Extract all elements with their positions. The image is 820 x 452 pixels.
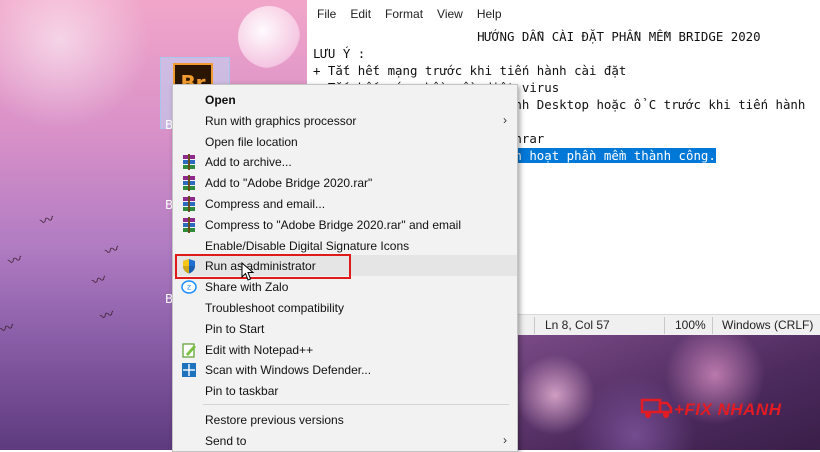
menu-item-label: Add to "Adobe Bridge 2020.rar"	[205, 176, 373, 191]
menu-item-enable-disable-digital-signature-icons[interactable]: Enable/Disable Digital Signature Icons	[173, 235, 517, 256]
winrar-icon	[181, 154, 197, 171]
menu-item-add-to-adobe-bridge-2020-rar[interactable]: Add to "Adobe Bridge 2020.rar"	[173, 172, 517, 193]
menu-item-compress-to-adobe-bridge-2020-rar-and-email[interactable]: Compress to "Adobe Bridge 2020.rar" and …	[173, 214, 517, 235]
status-divider	[534, 317, 535, 334]
zalo-icon: Z	[181, 279, 197, 295]
menu-help[interactable]: Help	[477, 7, 502, 21]
menu-item-scan-with-windows-defender[interactable]: Scan with Windows Defender...	[173, 359, 517, 380]
bird-decoration: 〰	[0, 319, 17, 339]
menu-item-pin-to-taskbar[interactable]: Pin to taskbar	[173, 380, 517, 401]
highlight-box-run-as-administrator	[175, 254, 351, 279]
editor-selected-text: ích hoạt phần mềm thành công.	[499, 148, 716, 163]
fix-nhanh-logo: +FIX NHANH	[640, 392, 800, 426]
menu-item-add-to-archive[interactable]: Add to archive...	[173, 151, 517, 172]
menu-item-label: Troubleshoot compatibility	[205, 301, 344, 315]
menu-view[interactable]: View	[437, 7, 463, 21]
menu-edit[interactable]: Edit	[350, 7, 371, 21]
menu-item-edit-with-notepad[interactable]: Edit with Notepad++	[173, 339, 517, 360]
menu-item-label: Edit with Notepad++	[205, 342, 314, 357]
editor-line-text: + Tắt hết mạng trước khi tiến hành cài đ…	[313, 63, 627, 78]
menu-item-label: Scan with Windows Defender...	[205, 363, 372, 378]
bird-decoration: 〰	[103, 241, 122, 261]
editor-line: + Tắt hết mạng trước khi tiến hành cài đ…	[307, 62, 820, 79]
menu-item-pin-to-start[interactable]: Pin to Start	[173, 318, 517, 339]
menu-item-label: Open file location	[205, 134, 298, 149]
editor-line-text: LƯU Ý :	[313, 46, 366, 61]
truck-icon	[640, 398, 673, 418]
menu-file[interactable]: File	[317, 7, 336, 21]
bird-decoration: 〰	[98, 306, 117, 326]
menu-item-label: Share with Zalo	[205, 280, 289, 295]
editor-line-text: HƯỚNG DẪN CÀI ĐẶT PHẦN MỀM BRIDGE 2020	[313, 29, 761, 44]
menu-item-share-with-zalo[interactable]: Z Share with Zalo	[173, 276, 517, 297]
status-zoom: 100%	[675, 318, 706, 332]
notepadpp-icon	[181, 342, 197, 358]
defender-icon	[181, 362, 197, 378]
menu-item-open-file-location[interactable]: Open file location	[173, 131, 517, 152]
menu-item-label: Add to archive...	[205, 155, 292, 170]
menu-item-compress-and-email[interactable]: Compress and email...	[173, 193, 517, 214]
bird-decoration: 〰	[38, 211, 57, 231]
menu-item-restore-previous-versions[interactable]: Restore previous versions	[173, 409, 517, 430]
menu-item-label: Pin to taskbar	[205, 384, 279, 399]
menu-item-label: Pin to Start	[205, 321, 265, 336]
menu-item-send-to[interactable]: Send to ›	[173, 430, 517, 451]
svg-text:Z: Z	[187, 285, 191, 292]
winrar-icon	[181, 196, 197, 212]
notepad-menubar: File Edit Format View Help	[307, 0, 820, 28]
editor-line: HƯỚNG DẪN CÀI ĐẶT PHẦN MỀM BRIDGE 2020	[307, 28, 820, 45]
winrar-icon	[181, 175, 197, 192]
status-position: Ln 8, Col 57	[545, 318, 610, 332]
menu-item-label: Compress and email...	[205, 197, 326, 211]
menu-item-label: Run with graphics processor	[205, 113, 357, 128]
mouse-cursor-icon	[241, 262, 255, 281]
menu-item-label: Restore previous versions	[205, 413, 344, 427]
status-eol: Windows (CRLF)	[722, 318, 814, 332]
brand-text: +FIX NHANH	[674, 400, 782, 419]
menu-separator	[203, 404, 509, 405]
menu-item-label: Open	[205, 93, 236, 107]
menu-format[interactable]: Format	[385, 7, 423, 21]
menu-item-label: Compress to "Adobe Bridge 2020.rar" and …	[205, 217, 461, 232]
status-divider	[664, 317, 665, 334]
bird-decoration: 〰	[90, 271, 109, 291]
chevron-right-icon: ›	[503, 432, 507, 447]
bird-decoration: 〰	[6, 251, 25, 271]
editor-line: LƯU Ý :	[307, 45, 820, 62]
menu-item-open[interactable]: Open	[173, 89, 517, 110]
winrar-icon	[181, 216, 197, 233]
menu-item-troubleshoot-compatibility[interactable]: Troubleshoot compatibility	[173, 297, 517, 318]
moon-decoration	[238, 6, 300, 68]
menu-item-label: Enable/Disable Digital Signature Icons	[205, 238, 410, 253]
chevron-right-icon: ›	[503, 112, 507, 127]
menu-item-label: Send to	[205, 433, 247, 448]
status-divider	[712, 317, 713, 334]
menu-item-run-with-graphics-processor[interactable]: Run with graphics processor ›	[173, 110, 517, 131]
